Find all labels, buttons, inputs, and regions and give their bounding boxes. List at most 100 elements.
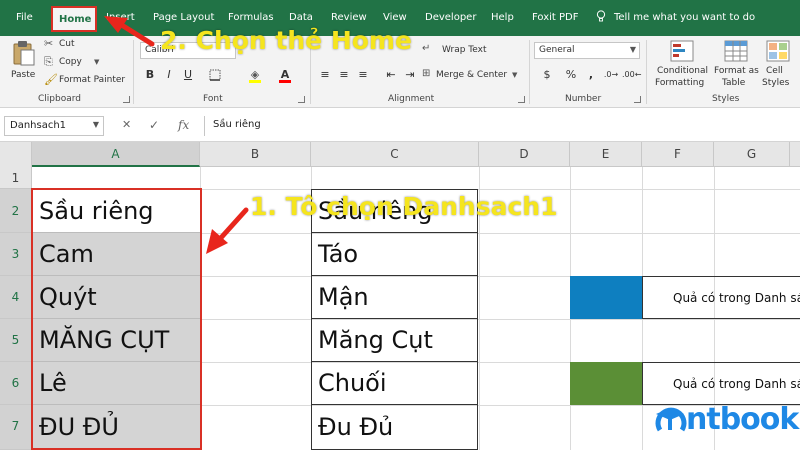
tab-formulas[interactable]: Formulas [228,12,274,23]
row-header-1[interactable]: 1 [0,167,32,189]
row-header-6[interactable]: 6 [0,362,32,405]
cell-e6-swatch[interactable] [570,362,642,405]
paste-button[interactable]: Paste [8,38,40,90]
format-as-table-button[interactable]: Format as Table [712,38,760,92]
tab-home-label: Home [59,14,92,25]
comma-button[interactable]: , [582,66,600,84]
indent-decrease-icon: ⇤ [386,68,396,81]
cell-c3[interactable]: Táo [311,233,478,276]
cell-f4-note[interactable]: Quả có trong Danh sách 1 [642,276,800,319]
ntbook-logo-text: ntbook [686,402,799,437]
tab-developer[interactable]: Developer [425,12,476,23]
group-label-alignment: Alignment [388,94,435,104]
column-header-c[interactable]: C [311,142,479,167]
tab-help[interactable]: Help [491,12,514,23]
annotation-step1: 1. Tô chọn Danhsach1 [250,192,558,221]
wrap-text-icon: ↵ [422,43,431,54]
row-header-7[interactable]: 7 [0,405,32,450]
tab-foxit-pdf[interactable]: Foxit PDF [532,12,578,23]
insert-function-icon[interactable]: fx [178,118,189,132]
formula-value: Sầu riêng [213,119,261,130]
formula-input[interactable]: Sầu riêng [204,116,796,136]
italic-button[interactable]: I [160,66,178,84]
cell-c6[interactable]: Chuối [311,362,478,405]
table-icon [724,40,748,62]
alignment-launcher-icon[interactable] [518,96,525,103]
font-launcher-icon[interactable] [298,96,305,103]
wrap-text-button[interactable]: ↵ Wrap Text [422,43,502,59]
tab-home[interactable]: Home [51,6,97,32]
conditional-formatting-label-1: Conditional [657,66,708,76]
tab-page-layout[interactable]: Page Layout [153,12,214,23]
row-header-5[interactable]: 5 [0,319,32,362]
clipboard-launcher-icon[interactable] [123,96,130,103]
conditional-formatting-icon [670,40,694,62]
column-header-d[interactable]: D [479,142,570,167]
bold-label: B [145,68,155,81]
underline-button[interactable]: U [179,66,197,84]
borders-button[interactable] [206,66,224,84]
cancel-icon[interactable]: ✕ [122,118,131,131]
increase-decimal-button[interactable]: .0→ [602,66,620,84]
row-header-2[interactable]: 2 [0,189,32,233]
align-center-button[interactable]: ≡ [335,66,353,84]
name-box[interactable]: Danhsach1 ▼ [4,116,104,136]
conditional-formatting-button[interactable]: Conditional Formatting [652,38,714,92]
paste-icon [13,41,35,66]
tab-view[interactable]: View [383,12,407,23]
font-color-button[interactable]: A [276,66,294,84]
cell-styles-label-1: Cell [766,66,783,76]
cut-button[interactable]: ✂ Cut [44,37,124,53]
selection-highlight-box [31,188,202,450]
column-header-f[interactable]: F [642,142,714,167]
cell-c7[interactable]: Đu Đủ [311,405,478,450]
ntbook-logo: ntbook [652,398,799,446]
group-divider [646,40,647,104]
merge-center-button[interactable]: ⊞ Merge & Center ▼ [422,68,520,84]
align-right-button[interactable]: ≡ [354,66,372,84]
group-divider [133,40,134,104]
decrease-indent-button[interactable]: ⇤ [382,66,400,84]
column-header-e[interactable]: E [570,142,642,167]
enter-icon[interactable]: ✓ [149,118,159,132]
increase-indent-button[interactable]: ⇥ [401,66,419,84]
lightbulb-icon [596,10,606,22]
comma-label: , [588,68,594,81]
number-format-combo[interactable]: General ▼ [534,42,640,59]
cell-c5[interactable]: Măng Cụt [311,319,478,362]
format-as-table-label-2: Table [722,78,746,88]
currency-button[interactable]: $ [538,66,556,84]
column-header-b[interactable]: B [200,142,311,167]
row-header-3[interactable]: 3 [0,233,32,276]
group-label-clipboard: Clipboard [38,94,81,104]
row-header-4[interactable]: 4 [0,276,32,319]
align-left-button[interactable]: ≡ [316,66,334,84]
fill-color-button[interactable]: ◈ [246,66,264,84]
name-box-value: Danhsach1 [10,120,67,131]
currency-label: $ [543,68,551,81]
number-launcher-icon[interactable] [634,96,641,103]
copy-label: Copy [59,57,82,67]
tab-data[interactable]: Data [289,12,313,23]
tell-me-search[interactable]: Tell me what you want to do [596,10,755,23]
bold-button[interactable]: B [141,66,159,84]
column-header-a[interactable]: A [32,142,200,167]
cell-e4-swatch[interactable] [570,276,642,319]
decrease-decimal-button[interactable]: .00← [622,66,642,84]
format-painter-button[interactable]: 🖌 Format Painter [44,73,128,89]
number-format-value: General [539,45,575,55]
cell-styles-button[interactable]: Cell Styles [760,38,798,92]
tab-file[interactable]: File [16,12,33,23]
underline-label: U [183,68,193,81]
copy-button[interactable]: ⎘ Copy ▼ [44,55,124,71]
tab-review[interactable]: Review [331,12,367,23]
percent-button[interactable]: % [562,66,580,84]
merge-cells-icon: ⊞ [422,68,431,79]
chevron-down-icon: ▼ [629,45,636,54]
column-header-g[interactable]: G [714,142,790,167]
decrease-decimal-icon: .00← [622,70,642,79]
tab-insert[interactable]: Insert [106,12,135,23]
cell-c4[interactable]: Mận [311,276,478,319]
select-all-corner[interactable] [0,142,32,167]
chevron-down-icon: ▼ [92,120,99,129]
